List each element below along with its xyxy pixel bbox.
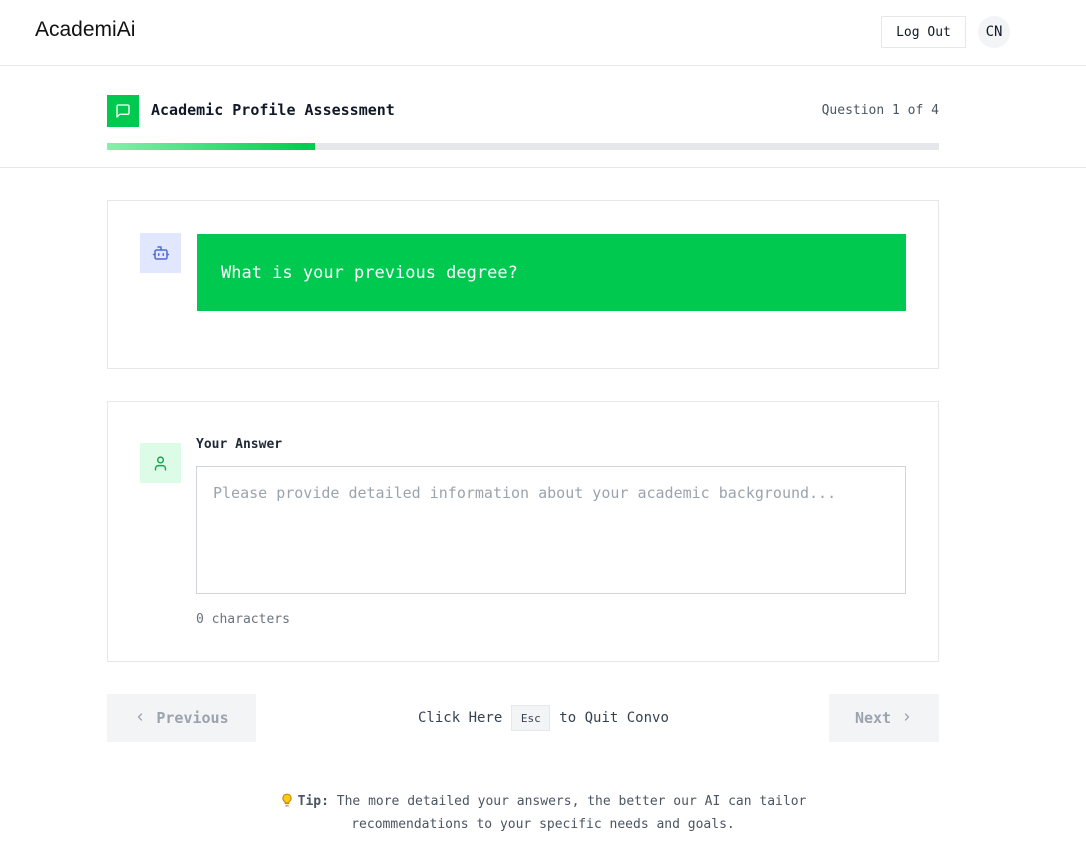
question-counter: Question 1 of 4 <box>821 103 939 118</box>
tip-label: Tip: <box>297 794 329 809</box>
answer-input[interactable] <box>196 466 906 594</box>
question-bubble: What is your previous degree? <box>197 234 906 311</box>
quit-prefix: Click Here <box>418 710 503 726</box>
lightbulb-icon <box>280 792 294 815</box>
question-card: What is your previous degree? <box>107 200 939 369</box>
chevron-right-icon <box>901 709 913 727</box>
bot-icon <box>140 233 181 273</box>
avatar[interactable]: CN <box>978 16 1010 48</box>
assessment-header: Academic Profile Assessment Question 1 o… <box>0 66 1086 168</box>
next-label: Next <box>854 709 892 727</box>
quit-hint: Click Here Esc to Quit Convo <box>418 705 669 731</box>
esc-key-button[interactable]: Esc <box>511 705 551 731</box>
question-text: What is your previous degree? <box>221 262 518 283</box>
message-square-icon <box>107 95 139 127</box>
brand-logo[interactable]: AcademiAi <box>35 18 135 42</box>
quit-suffix: to Quit Convo <box>559 710 669 726</box>
top-bar: AcademiAi Log Out CN <box>0 0 1086 66</box>
chevron-left-icon <box>134 709 146 727</box>
page-title: Academic Profile Assessment <box>151 101 395 119</box>
progress-bar-fill <box>107 143 315 150</box>
previous-label: Previous <box>156 709 229 727</box>
previous-button[interactable]: Previous <box>107 694 256 742</box>
progress-bar <box>107 143 939 150</box>
tip: Tip: The more detailed your answers, the… <box>230 792 856 835</box>
next-button[interactable]: Next <box>829 694 939 742</box>
logout-button[interactable]: Log Out <box>881 16 966 48</box>
answer-label: Your Answer <box>196 437 283 452</box>
tip-text: The more detailed your answers, the bett… <box>336 794 807 832</box>
user-icon <box>140 443 181 483</box>
answer-card: Your Answer 0 characters <box>107 401 939 662</box>
character-count: 0 characters <box>196 612 290 627</box>
